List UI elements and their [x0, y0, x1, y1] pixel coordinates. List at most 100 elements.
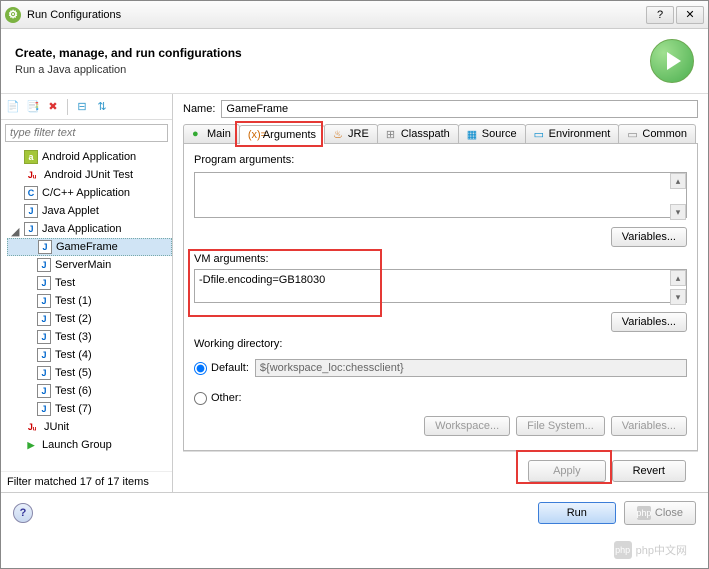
program-variables-button[interactable]: Variables...: [611, 227, 687, 247]
java-icon: J: [37, 294, 51, 308]
filter-input[interactable]: [5, 124, 168, 142]
tree-item[interactable]: ◢JJava Application: [7, 220, 172, 238]
help-icon[interactable]: ?: [13, 503, 33, 523]
tree-item[interactable]: CC/C++ Application: [7, 184, 172, 202]
tree-label: Test (7): [55, 403, 92, 415]
program-args-textarea[interactable]: [194, 172, 687, 218]
filesystem-button[interactable]: File System...: [516, 416, 605, 436]
tree-label: ServerMain: [55, 259, 111, 271]
tab-label: Arguments: [263, 129, 316, 141]
tree-item[interactable]: a Android Application: [7, 148, 172, 166]
apply-button[interactable]: Apply: [528, 460, 606, 482]
new-config-icon[interactable]: 📄: [5, 99, 21, 115]
close-button[interactable]: php Close: [624, 501, 696, 525]
tab-common[interactable]: ▭Common: [618, 124, 696, 143]
java-icon: J: [37, 276, 51, 290]
tree-item[interactable]: JServerMain: [7, 256, 172, 274]
tab-label: Classpath: [401, 128, 450, 140]
tree-toolbar: 📄 📑 ✖ ⊟ ⇅: [1, 94, 172, 120]
header-title: Create, manage, and run configurations: [15, 46, 650, 60]
tab-classpath[interactable]: ⊞Classpath: [377, 124, 459, 143]
java-icon: J: [38, 240, 52, 254]
php-icon: php: [637, 506, 651, 520]
play-icon: ▶: [24, 438, 38, 452]
tab-label: Main: [207, 128, 231, 140]
right-panel: Name: ●Main(x)=Arguments♨JRE⊞Classpath▦S…: [173, 94, 708, 492]
tree-item[interactable]: JTest (5): [7, 364, 172, 382]
tree-item[interactable]: J Test (1): [7, 292, 172, 310]
tab-icon: ▦: [467, 128, 479, 140]
scroll-up-icon[interactable]: ▴: [670, 173, 686, 189]
android-icon: a: [24, 150, 38, 164]
scroll-down-icon[interactable]: ▾: [670, 289, 686, 305]
tree-label: Test (4): [55, 349, 92, 361]
tab-arguments[interactable]: (x)=Arguments: [239, 125, 325, 144]
tree-label: Java Applet: [42, 205, 99, 217]
delete-icon[interactable]: ✖: [45, 99, 61, 115]
app-icon: ⚙: [5, 7, 21, 23]
wd-variables-button[interactable]: Variables...: [611, 416, 687, 436]
scroll-up-icon[interactable]: ▴: [670, 270, 686, 286]
default-radio[interactable]: Default:: [194, 362, 249, 375]
run-icon: [650, 39, 694, 83]
tree-label: Android Application: [42, 151, 136, 163]
tree-label: JUnit: [44, 421, 69, 433]
tree-item[interactable]: J Test (2): [7, 310, 172, 328]
help-window-button[interactable]: ?: [646, 6, 674, 24]
left-panel: 📄 📑 ✖ ⊟ ⇅ a Android Application JᵤAndroid …: [1, 94, 173, 492]
tab-icon: ⊞: [386, 128, 398, 140]
tree-item[interactable]: JTest (6): [7, 382, 172, 400]
vm-args-label: VM arguments:: [194, 253, 269, 265]
title-bar: ⚙ Run Configurations ? ✕: [1, 1, 708, 29]
window-title: Run Configurations: [27, 9, 644, 21]
java-icon: J: [37, 312, 51, 326]
filter-icon[interactable]: ⇅: [94, 99, 110, 115]
tab-icon: ▭: [627, 128, 639, 140]
name-input[interactable]: [221, 100, 698, 118]
duplicate-icon[interactable]: 📑: [25, 99, 41, 115]
tree-item[interactable]: JGameFrame: [7, 238, 172, 256]
close-window-button[interactable]: ✕: [676, 6, 704, 24]
tree-label: Test (3): [55, 331, 92, 343]
tree-item[interactable]: JTest (4): [7, 346, 172, 364]
tree-item[interactable]: JTest (3): [7, 328, 172, 346]
scroll-down-icon[interactable]: ▾: [670, 204, 686, 220]
tab-icon: ♨: [333, 128, 345, 140]
run-button[interactable]: Run: [538, 502, 616, 524]
tab-icon: (x)=: [248, 129, 260, 141]
tree-item[interactable]: J Test (7): [7, 400, 172, 418]
revert-button[interactable]: Revert: [612, 460, 686, 482]
tab-icon: ▭: [534, 128, 546, 140]
workspace-button[interactable]: Workspace...: [424, 416, 510, 436]
tree-item[interactable]: JᵤAndroid JUnit Test: [7, 166, 172, 184]
vm-variables-button[interactable]: Variables...: [611, 312, 687, 332]
tree-item[interactable]: JJava Applet: [7, 202, 172, 220]
config-tree[interactable]: a Android Application JᵤAndroid JUnit Test…: [1, 146, 172, 471]
tree-item[interactable]: JᵤJUnit: [7, 418, 172, 436]
watermark: phpphp中文网: [614, 541, 687, 559]
tree-label: Android JUnit Test: [44, 169, 133, 181]
tab-icon: ●: [192, 128, 204, 140]
tab-source[interactable]: ▦Source: [458, 124, 526, 143]
tab-jre[interactable]: ♨JRE: [324, 124, 378, 143]
header-subtitle: Run a Java application: [15, 64, 650, 76]
vm-args-textarea[interactable]: -Dfile.encoding=GB18030: [194, 269, 687, 303]
filter-status: Filter matched 17 of 17 items: [1, 471, 172, 492]
tab-environment[interactable]: ▭Environment: [525, 124, 620, 143]
tree-label: Test (2): [55, 313, 92, 325]
collapse-icon[interactable]: ⊟: [74, 99, 90, 115]
tree-item[interactable]: J Test: [7, 274, 172, 292]
tab-bar: ●Main(x)=Arguments♨JRE⊞Classpath▦Source▭…: [183, 124, 698, 144]
tree-label: Test: [55, 277, 75, 289]
java-icon: J: [37, 402, 51, 416]
tree-item[interactable]: ▶Launch Group: [7, 436, 172, 454]
default-path-input: [255, 359, 687, 377]
cc-icon: C: [24, 186, 38, 200]
dialog-footer: ? Run php Close: [1, 492, 708, 533]
tree-label: Test (1): [55, 295, 92, 307]
tree-label: Test (6): [55, 385, 92, 397]
tab-main[interactable]: ●Main: [183, 124, 240, 143]
dialog-header: Create, manage, and run configurations R…: [1, 29, 708, 94]
other-radio[interactable]: Other:: [194, 392, 242, 405]
working-dir-label: Working directory:: [194, 338, 687, 350]
